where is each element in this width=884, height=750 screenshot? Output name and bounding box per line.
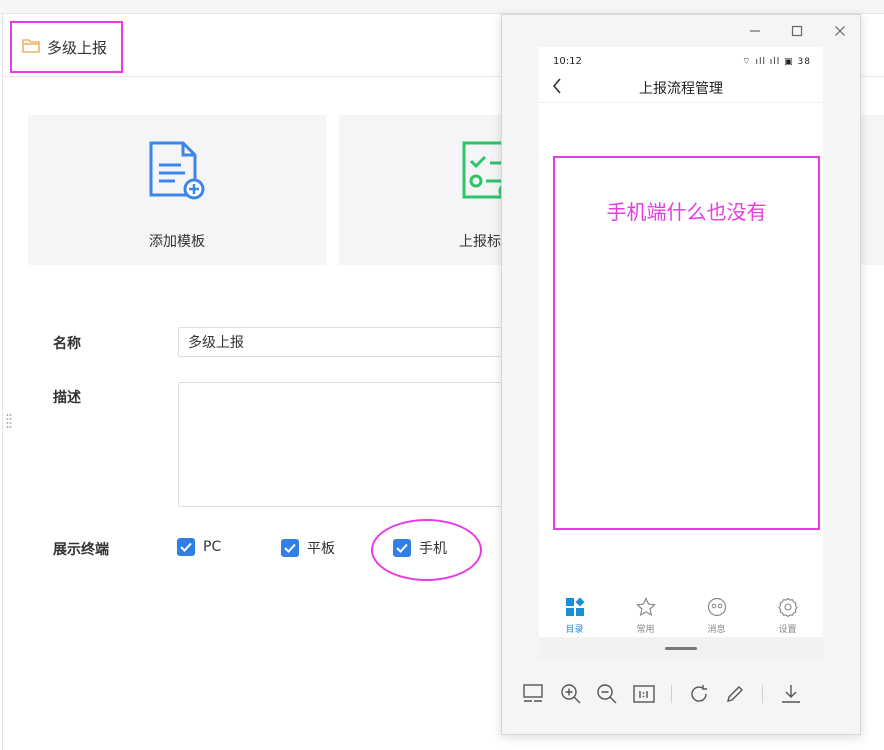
annotation-ellipse: [371, 519, 482, 581]
add-template-card[interactable]: 添加模板: [28, 115, 326, 265]
description-label: 描述: [53, 390, 81, 406]
folder-icon: [22, 37, 40, 57]
tab-messages-label: 消息: [707, 625, 726, 635]
checkbox-tablet-label: 平板: [307, 541, 335, 557]
layout-icon[interactable]: [520, 681, 546, 707]
tab-catalog[interactable]: 目录: [539, 597, 610, 637]
left-border: [2, 14, 3, 750]
description-textarea[interactable]: [178, 382, 518, 507]
checkbox-pc-label: PC: [203, 539, 222, 555]
pen-icon[interactable]: [722, 681, 748, 707]
zoom-out-icon[interactable]: [594, 681, 620, 707]
phone-tabbar: 目录 常用 消息 设置: [539, 597, 823, 637]
top-strip: [0, 0, 884, 14]
status-bar: 10:12 ⌔ ıll ıll ▣ 38: [539, 47, 823, 75]
phone-nav-title: 上报流程管理: [639, 81, 723, 97]
tab-favorites-label: 常用: [636, 625, 655, 635]
add-template-label: 添加模板: [149, 234, 205, 250]
report-card-label: 上报标: [459, 234, 501, 250]
page-header: 多级上报: [10, 21, 123, 73]
zoom-in-icon[interactable]: [558, 681, 584, 707]
gear-icon: [777, 597, 798, 620]
toolbar-divider: [762, 685, 763, 703]
check-icon: [177, 538, 195, 556]
page-title: 多级上报: [47, 38, 108, 57]
check-icon: [281, 539, 299, 557]
close-icon[interactable]: [832, 23, 848, 39]
checkbox-pc[interactable]: PC: [177, 538, 221, 556]
grid-icon: [565, 597, 585, 620]
home-indicator-bar: [539, 637, 823, 660]
status-time: 10:12: [553, 56, 582, 67]
tab-favorites[interactable]: 常用: [610, 597, 681, 637]
preview-toolbar: [502, 675, 862, 715]
tab-messages[interactable]: 消息: [681, 597, 752, 637]
status-icons: ⌔ ıll ıll ▣ 38: [742, 57, 811, 67]
phone-screen: 10:12 ⌔ ıll ıll ▣ 38 上报流程管理 手机端什么也没有 目录 …: [539, 47, 823, 660]
tab-settings[interactable]: 设置: [752, 597, 823, 637]
phone-navbar: 上报流程管理: [539, 75, 823, 103]
maximize-icon[interactable]: [789, 23, 805, 39]
actual-size-icon[interactable]: [631, 681, 657, 707]
name-input-value: 多级上报: [188, 335, 244, 351]
add-document-icon: [148, 141, 206, 205]
tab-catalog-label: 目录: [565, 625, 584, 635]
drag-handle-icon[interactable]: [6, 413, 12, 429]
message-icon: [707, 597, 727, 620]
checkbox-tablet[interactable]: 平板: [281, 538, 335, 558]
home-indicator[interactable]: [665, 647, 697, 650]
checklist-icon: [462, 141, 514, 205]
download-icon[interactable]: [778, 681, 804, 707]
minimize-icon[interactable]: [747, 23, 763, 39]
terminal-label: 展示终端: [53, 542, 109, 558]
star-icon: [635, 597, 656, 620]
toolbar-divider: [671, 685, 672, 703]
tab-settings-label: 设置: [778, 625, 797, 635]
annotation-box: 手机端什么也没有: [553, 156, 820, 530]
name-input[interactable]: 多级上报: [178, 327, 518, 357]
annotation-text: 手机端什么也没有: [606, 200, 767, 224]
rotate-icon[interactable]: [686, 681, 712, 707]
preview-window: 10:12 ⌔ ıll ıll ▣ 38 上报流程管理 手机端什么也没有 目录 …: [501, 14, 861, 735]
name-label: 名称: [53, 336, 81, 352]
